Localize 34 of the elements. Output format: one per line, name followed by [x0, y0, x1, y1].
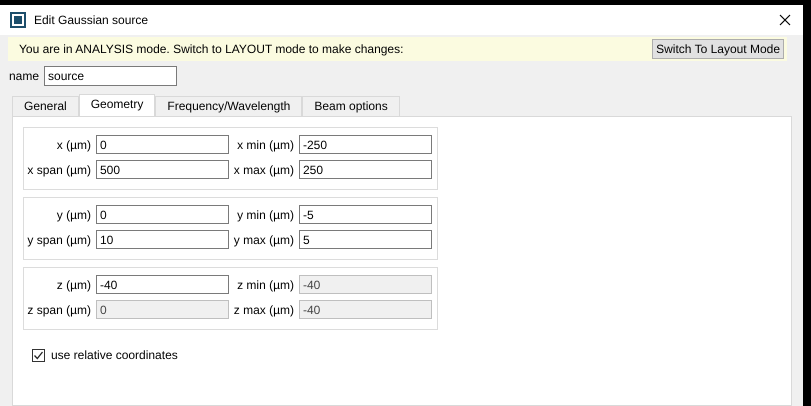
input-field[interactable]: 0 [96, 135, 229, 154]
input-field[interactable]: -5 [299, 205, 432, 224]
tab[interactable]: General [12, 96, 79, 116]
checkbox[interactable] [32, 348, 45, 362]
checkbox-label: use relative coordinates [51, 348, 178, 362]
field-label: y (µm) [56, 208, 92, 222]
input-field[interactable]: 10 [96, 230, 229, 249]
field-label: y span (µm) [26, 232, 92, 246]
field-label: x min (µm) [236, 138, 295, 152]
tab[interactable]: Geometry [78, 94, 156, 116]
field-label: y min (µm) [236, 208, 295, 222]
field-label: z min (µm) [236, 278, 295, 292]
input-field[interactable]: 5 [299, 230, 432, 249]
field-label: x (µm) [56, 138, 92, 152]
input-field[interactable]: -40 [96, 275, 229, 294]
switch-layout-button[interactable]: Switch To Layout Mode [652, 39, 784, 59]
tab[interactable]: Beam options [302, 96, 400, 116]
input-field[interactable]: 250 [299, 160, 432, 179]
input-field[interactable]: 0 [96, 205, 229, 224]
input-field[interactable]: 500 [96, 160, 229, 179]
tab[interactable]: Frequency/Wavelength [155, 96, 302, 116]
input-field[interactable]: -250 [299, 135, 432, 154]
app-icon [10, 12, 26, 28]
field-label: y max (µm) [232, 232, 295, 246]
field-label: z (µm) [56, 278, 92, 292]
close-icon[interactable] [779, 14, 791, 26]
field-label: x span (µm) [26, 162, 92, 176]
field-label: z max (µm) [232, 302, 295, 316]
mode-message: You are in ANALYSIS mode. Switch to LAYOUT mode to make changes: [19, 42, 404, 56]
name-field[interactable]: source [44, 66, 178, 86]
field-label: z span (µm) [26, 302, 92, 316]
field-label: x max (µm) [232, 162, 295, 176]
window-title: Edit Gaussian source [34, 13, 150, 27]
name-label: name [9, 69, 40, 83]
